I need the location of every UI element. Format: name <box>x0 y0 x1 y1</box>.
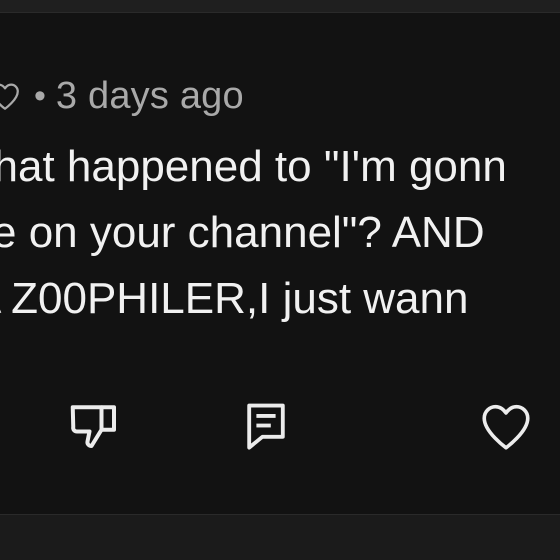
heart-outline-icon <box>0 79 22 113</box>
comment-line-text: What happened to "I'm gonn <box>0 142 507 191</box>
like-button[interactable] <box>474 392 538 464</box>
comment-line-text: A Z00PHILER,I just wann <box>0 274 469 323</box>
comment-icon <box>242 399 290 458</box>
comment-meta: • 3 days ago <box>0 72 244 120</box>
meta-separator: • <box>34 77 46 115</box>
heart-outline-icon <box>477 397 535 460</box>
top-divider <box>0 0 560 13</box>
comment-line: What happened to "I'm gonn <box>0 134 560 200</box>
comment-line: e on your channel"? AND <box>0 200 560 266</box>
bottom-divider <box>0 514 560 560</box>
comment-line: A Z00PHILER,I just wann <box>0 266 560 332</box>
comment-actions <box>0 392 560 464</box>
comment-timestamp: 3 days ago <box>55 74 244 117</box>
comment-line-text: e on your channel"? AND <box>0 208 485 257</box>
comment-body: What happened to "I'm gonn e on your cha… <box>0 134 560 332</box>
dislike-button[interactable] <box>62 392 126 464</box>
thumbs-down-icon <box>64 396 124 461</box>
reply-button[interactable] <box>234 392 298 464</box>
